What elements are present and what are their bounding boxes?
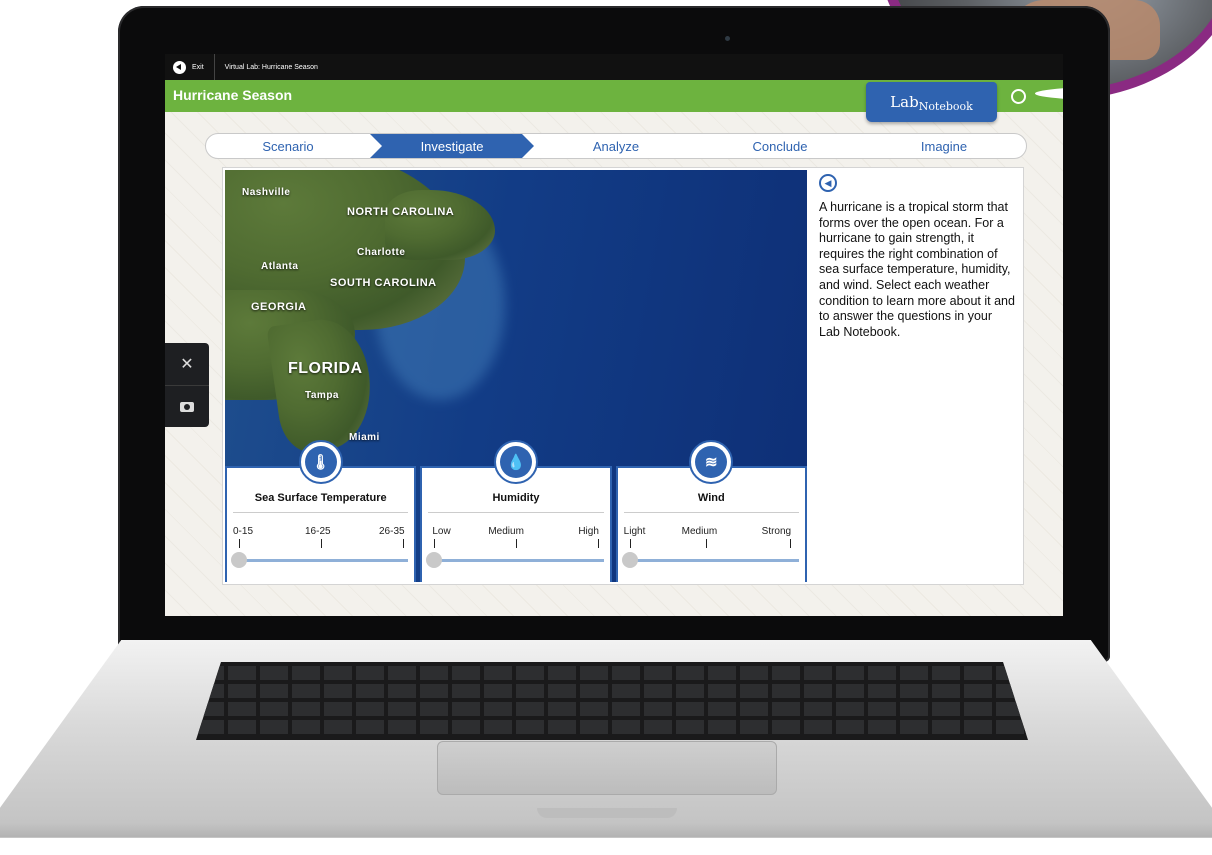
trackpad [437, 741, 777, 795]
tab-analyze[interactable]: Analyze [534, 134, 698, 158]
tick-mark [321, 539, 322, 548]
sea-surface-temperature-control[interactable]: 🌡 Sea Surface Temperature 0-15 16-25 26-… [225, 440, 417, 582]
page-title: Hurricane Season [173, 87, 293, 103]
side-toolbar: ✕ [165, 343, 209, 427]
tick-mark [789, 539, 791, 548]
back-arrow-icon [173, 60, 186, 74]
tab-conclude[interactable]: Conclude [698, 134, 862, 158]
investigate-panel: Nashville NORTH CAROLINA Charlotte Atlan… [222, 167, 1024, 585]
tools-icon: ✕ [180, 356, 194, 373]
tick-mark [434, 539, 436, 548]
slider-handle[interactable] [621, 552, 638, 568]
slider-handle[interactable] [231, 552, 247, 568]
tick-label: Strong [761, 526, 792, 537]
slider-track[interactable] [627, 559, 799, 562]
tick-label: 26-35 [379, 526, 405, 537]
exit-label: Exit [192, 63, 204, 71]
tick-mark [629, 539, 631, 548]
audio-play-button[interactable]: ◀ [819, 174, 837, 192]
map-label-charlotte: Charlotte [357, 247, 406, 258]
southeast-us-map: Nashville NORTH CAROLINA Charlotte Atlan… [225, 170, 807, 582]
thermometer-icon[interactable]: 🌡 [298, 440, 343, 484]
lid-notch [537, 808, 677, 818]
lab-notebook-sub: Notebook [918, 99, 973, 113]
map-label-south-carolina: SOUTH CAROLINA [330, 277, 437, 289]
slider-track[interactable] [237, 559, 409, 562]
slider-handle[interactable] [426, 552, 443, 568]
map-label-florida: FLORIDA [288, 360, 363, 377]
info-column: ◀ A hurricane is a tropical storm that f… [819, 174, 1015, 340]
tick-label: 16-25 [305, 526, 331, 537]
app-screen: Exit Virtual Lab: Hurricane Season Hurri… [165, 54, 1063, 616]
wind-control[interactable]: ≋ Wind Light Medium Strong [615, 440, 807, 582]
camera-icon [180, 401, 194, 412]
tick-mark [403, 539, 404, 548]
laptop-base [0, 640, 1212, 855]
tab-imagine[interactable]: Imagine [862, 134, 1026, 158]
water-drop-icon[interactable]: 💧 [493, 440, 538, 484]
top-bar: Exit Virtual Lab: Hurricane Season [165, 54, 1063, 80]
tab-investigate[interactable]: Investigate [370, 134, 534, 158]
lab-notebook-main: Lab [890, 93, 919, 111]
scene: Exit Virtual Lab: Hurricane Season Hurri… [0, 0, 1212, 855]
control-title: Humidity [492, 492, 540, 504]
tick-label: Medium [488, 526, 524, 537]
slider-track[interactable] [432, 559, 604, 562]
tick-label: Medium [681, 526, 718, 537]
webcam [725, 36, 730, 41]
save-icon[interactable] [1011, 89, 1026, 104]
map-label-nashville: Nashville [242, 187, 291, 198]
tick-label: High [578, 526, 599, 537]
tick-label: 0-15 [233, 526, 254, 537]
info-icon[interactable] [1035, 86, 1063, 101]
tick-mark [598, 539, 600, 548]
tick-mark [239, 539, 240, 548]
tick-label: Light [623, 526, 646, 537]
exit-button[interactable]: Exit [173, 54, 215, 80]
wind-icon[interactable]: ≋ [689, 440, 734, 484]
title-bar: Hurricane Season Lab Notebook [165, 80, 1063, 122]
tick-label: Low [432, 526, 451, 537]
tab-scenario[interactable]: Scenario [206, 134, 370, 158]
instructions-text: A hurricane is a tropical storm that for… [819, 200, 1015, 339]
lab-notebook-button[interactable]: Lab Notebook [866, 82, 997, 122]
camera-button[interactable] [165, 385, 209, 427]
tick-mark [705, 539, 707, 548]
control-title: Wind [697, 492, 725, 504]
humidity-control[interactable]: 💧 Humidity Low Medium High [420, 440, 612, 582]
map-label-north-carolina: NORTH CAROLINA [347, 206, 455, 218]
map-label-atlanta: Atlanta [261, 261, 299, 272]
step-navigation: Scenario Investigate Analyze Conclude Im… [205, 133, 1027, 159]
breadcrumb: Virtual Lab: Hurricane Season [224, 63, 318, 71]
control-title: Sea Surface Temperature [254, 492, 387, 504]
keyboard [196, 662, 1028, 740]
map-label-georgia: GEORGIA [251, 301, 307, 313]
speaker-icon: ◀ [824, 177, 832, 188]
tick-mark [516, 539, 518, 548]
map-label-tampa: Tampa [305, 390, 339, 401]
weather-controls: 🌡 Sea Surface Temperature 0-15 16-25 26-… [225, 438, 807, 582]
tools-button[interactable]: ✕ [165, 343, 209, 385]
